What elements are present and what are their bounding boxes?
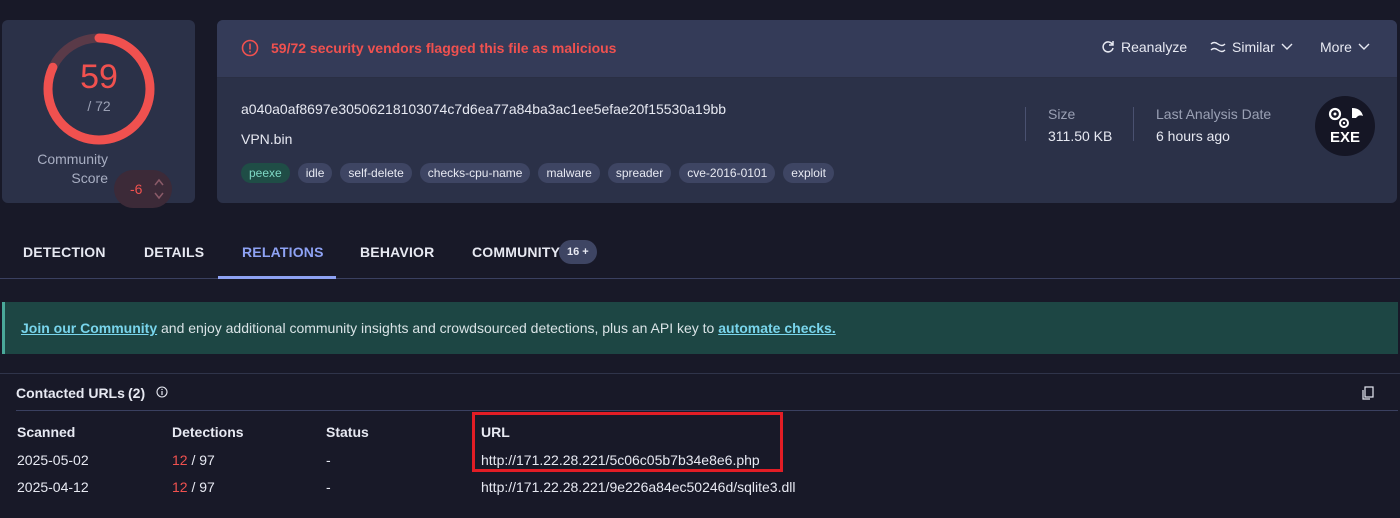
alert-text: 59/72 security vendors flagged this file… xyxy=(271,40,617,56)
community-count-badge: 16 + xyxy=(559,240,597,264)
column-header-status: Status xyxy=(326,424,369,440)
detection-hits: 12 xyxy=(172,452,188,468)
file-hash[interactable]: a040a0af8697e30506218103074c7d6ea77a84ba… xyxy=(241,101,726,117)
tab-bar: DETECTION DETAILS RELATIONS BEHAVIOR COM… xyxy=(0,220,1400,279)
detection-total: / 97 xyxy=(187,479,215,495)
divider xyxy=(16,410,1398,411)
tag[interactable]: checks-cpu-name xyxy=(419,163,531,183)
detection-total: / 72 xyxy=(87,98,111,114)
last-analysis-label: Last Analysis Date xyxy=(1156,106,1272,122)
similar-label: Similar xyxy=(1232,39,1275,55)
tab-behavior[interactable]: BEHAVIOR xyxy=(360,244,434,260)
vote-arrows-icon[interactable] xyxy=(154,177,164,201)
chevron-down-icon xyxy=(1358,43,1370,50)
community-banner: Join our Community and enjoy additional … xyxy=(2,302,1398,354)
highlight-box xyxy=(472,412,783,472)
detection-hits: 12 xyxy=(172,479,188,495)
detection-count: 59 xyxy=(80,58,118,96)
automate-checks-link[interactable]: automate checks. xyxy=(718,320,836,336)
banner-middle-text: and enjoy additional community insights … xyxy=(157,320,719,336)
detection-score-card: 59 / 72 Community Score -6 xyxy=(2,20,195,208)
community-label-line2: Score xyxy=(71,170,108,186)
similar-icon xyxy=(1210,41,1226,53)
divider xyxy=(1133,107,1134,141)
banner-text: Join our Community and enjoy additional … xyxy=(21,320,836,336)
community-score-label: Community Score xyxy=(24,150,108,188)
more-button[interactable]: More xyxy=(1320,39,1370,55)
alert-circle-icon xyxy=(241,39,259,57)
detection-total: / 97 xyxy=(187,452,215,468)
tag[interactable]: idle xyxy=(297,163,333,183)
similar-button[interactable]: Similar xyxy=(1210,39,1293,55)
copy-icon[interactable] xyxy=(1362,386,1374,400)
reanalyze-button[interactable]: Reanalyze xyxy=(1101,39,1187,55)
divider xyxy=(1025,107,1026,141)
scanned-date: 2025-04-12 xyxy=(17,479,89,495)
detections-cell: 12 / 97 xyxy=(172,479,215,495)
exe-icon-text: EXE xyxy=(1330,129,1360,146)
divider xyxy=(0,373,1400,374)
join-community-link[interactable]: Join our Community xyxy=(21,320,157,336)
refresh-icon xyxy=(1102,41,1114,53)
tag[interactable]: self-delete xyxy=(340,163,412,183)
tab-community[interactable]: COMMUNITY xyxy=(472,244,560,260)
tab-details[interactable]: DETAILS xyxy=(144,244,204,260)
section-count: (2) xyxy=(128,385,146,401)
community-score-value: -6 xyxy=(130,181,143,197)
tag[interactable]: spreader xyxy=(607,163,672,183)
tag[interactable]: exploit xyxy=(783,163,834,183)
community-label-line1: Community xyxy=(37,151,108,167)
tag[interactable]: cve-2016-0101 xyxy=(679,163,776,183)
community-score-badge[interactable]: -6 xyxy=(114,170,172,208)
tab-relations[interactable]: RELATIONS xyxy=(242,244,324,260)
tag[interactable]: peexe xyxy=(241,163,290,183)
section-title: Contacted URLs xyxy=(16,385,125,401)
reanalyze-label: Reanalyze xyxy=(1121,39,1188,55)
gears-icon: EXE xyxy=(1328,107,1363,146)
file-info-card: 59/72 security vendors flagged this file… xyxy=(217,20,1397,203)
detections-cell: 12 / 97 xyxy=(172,452,215,468)
tab-detection[interactable]: DETECTION xyxy=(23,244,106,260)
url-link[interactable]: http://171.22.28.221/9e226a84ec50246d/sq… xyxy=(481,479,796,495)
file-name: VPN.bin xyxy=(241,131,293,147)
chevron-down-icon xyxy=(1281,43,1293,50)
size-label: Size xyxy=(1048,106,1076,122)
status-cell: - xyxy=(326,479,331,495)
more-label: More xyxy=(1320,39,1352,55)
column-header-detections: Detections xyxy=(172,424,244,440)
scanned-date: 2025-05-02 xyxy=(17,452,89,468)
info-icon[interactable] xyxy=(156,386,168,398)
status-cell: - xyxy=(326,452,331,468)
alert-bar: 59/72 security vendors flagged this file… xyxy=(217,20,1397,78)
tag-list: peexe idle self-delete checks-cpu-name m… xyxy=(241,163,834,183)
active-tab-indicator xyxy=(218,276,336,279)
tag[interactable]: malware xyxy=(538,163,600,183)
size-value: 311.50 KB xyxy=(1048,128,1113,144)
exe-file-type-icon: EXE xyxy=(1315,96,1375,156)
column-header-scanned: Scanned xyxy=(17,424,76,440)
last-analysis-value: 6 hours ago xyxy=(1156,128,1230,144)
